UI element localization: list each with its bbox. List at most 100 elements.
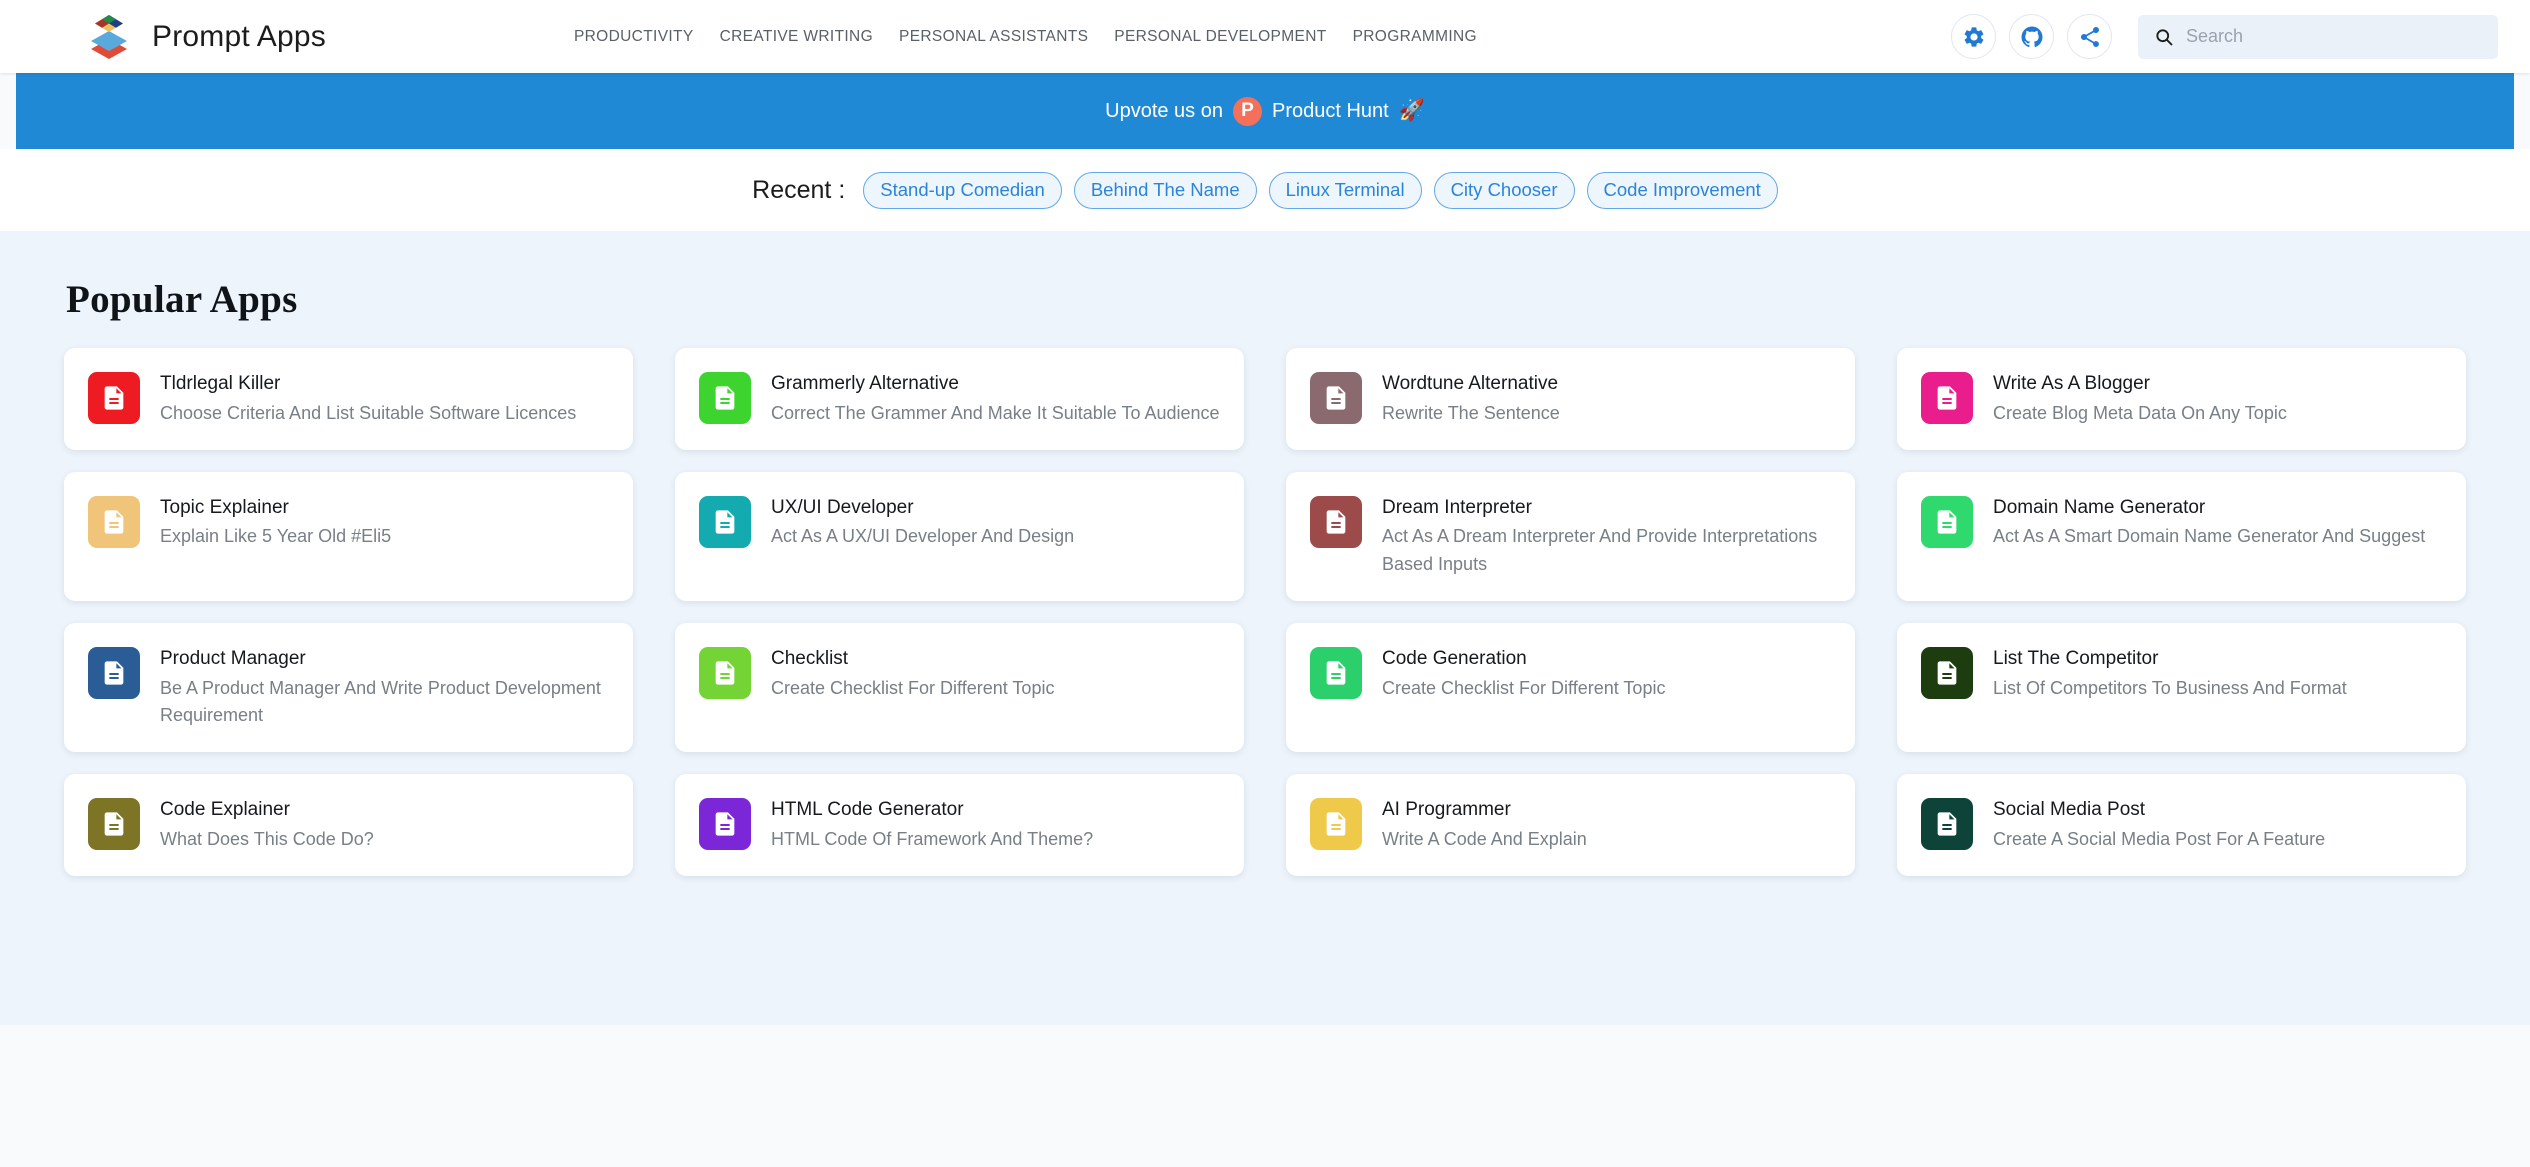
app-card-title: UX/UI Developer (771, 496, 914, 518)
app-card[interactable]: List The Competitor List Of Competitors T… (1897, 622, 2466, 753)
header-actions (1951, 14, 2498, 59)
recent-label: Recent : (752, 175, 846, 204)
share-icon (2080, 26, 2099, 47)
document-icon (1326, 509, 1346, 534)
app-card-body: UX/UI Developer Act As A UX/UI Developer … (771, 494, 1074, 552)
document-icon (104, 509, 124, 534)
app-card-title: Product Manager (160, 647, 306, 669)
app-card-body: Social Media Post Create A Social Media P… (1993, 796, 2325, 854)
app-card[interactable]: Tldrlegal Killer Choose Criteria And List… (64, 348, 633, 450)
document-icon (715, 509, 735, 534)
recent-pill-code-improvement[interactable]: Code Improvement (1586, 171, 1778, 209)
app-card-description: What Does This Code Do? (160, 829, 374, 850)
app-card[interactable]: Checklist Create Checklist For Different … (675, 622, 1244, 753)
document-icon (1326, 386, 1346, 410)
app-card-body: Code Generation Create Checklist For Diff… (1382, 645, 1665, 703)
app-card[interactable]: Topic Explainer Explain Like 5 Year Old #… (64, 471, 633, 601)
share-button[interactable] (2067, 14, 2112, 59)
recent-bar: Recent : Stand-up Comedian Behind The Na… (0, 149, 2530, 231)
app-card[interactable]: Grammerly Alternative Correct The Grammer… (675, 348, 1244, 450)
github-icon (2021, 26, 2043, 47)
brand[interactable]: Prompt Apps (80, 11, 326, 63)
app-card-description: Create A Social Media Post For A Feature (1993, 829, 2326, 850)
nav-link-productivity[interactable]: PRODUCTIVITY (574, 28, 694, 46)
app-card[interactable]: Wordtune Alternative Rewrite The Sentence (1286, 348, 1855, 450)
app-card-description: HTML Code Of Framework And Theme? (771, 829, 1094, 850)
settings-button[interactable] (1951, 14, 1996, 59)
site-header: Prompt Apps PRODUCTIVITY CREATIVE WRITIN… (0, 0, 2530, 73)
app-card-description: Choose Criteria And List Suitable Softwa… (160, 402, 577, 423)
app-card-description: Rewrite The Sentence (1382, 402, 1560, 423)
app-card-body: Tldrlegal Killer Choose Criteria And List… (160, 370, 576, 428)
app-card-description: Explain Like 5 Year Old #Eli5 (160, 526, 392, 547)
app-card-body: Product Manager Be A Product Manager And … (160, 645, 609, 730)
app-card-body: HTML Code Generator HTML Code Of Framewor… (771, 796, 1093, 854)
nav-link-personal-assistants[interactable]: PERSONAL ASSISTANTS (899, 28, 1088, 46)
app-card[interactable]: Domain Name Generator Act As A Smart Doma… (1897, 471, 2466, 601)
nav-link-personal-development[interactable]: PERSONAL DEVELOPMENT (1114, 28, 1326, 46)
app-card[interactable]: Code Generation Create Checklist For Diff… (1286, 622, 1855, 753)
app-card-title: AI Programmer (1382, 799, 1511, 821)
main-nav: PRODUCTIVITY CREATIVE WRITING PERSONAL A… (574, 28, 1477, 46)
app-card-body: Write As A Blogger Create Blog Meta Data … (1993, 370, 2287, 428)
app-card[interactable]: AI Programmer Write A Code And Explain (1286, 774, 1855, 876)
app-card[interactable]: Write As A Blogger Create Blog Meta Data … (1897, 348, 2466, 450)
app-card[interactable]: UX/UI Developer Act As A UX/UI Developer … (675, 471, 1244, 601)
app-card-icon-tile (699, 646, 751, 699)
app-card-description: Be A Product Manager And Write Product D… (160, 677, 601, 726)
app-card-icon-tile (88, 372, 140, 424)
document-icon (1326, 812, 1346, 837)
app-card-body: Wordtune Alternative Rewrite The Sentence (1382, 370, 1560, 428)
github-button[interactable] (2009, 14, 2054, 59)
app-card-icon-tile (88, 798, 140, 851)
search-box[interactable] (2138, 14, 2498, 59)
document-icon (104, 386, 124, 410)
app-card-title: Topic Explainer (160, 496, 289, 518)
nav-link-programming[interactable]: PROGRAMMING (1353, 28, 1477, 46)
app-card-icon-tile (1921, 372, 1973, 424)
nav-link-creative-writing[interactable]: CREATIVE WRITING (720, 28, 873, 46)
app-card-title: Grammerly Alternative (771, 373, 959, 394)
app-card-title: Dream Interpreter (1382, 496, 1532, 518)
app-card-icon-tile (1310, 798, 1362, 851)
app-card-title: Checklist (771, 647, 849, 669)
app-card-body: Grammerly Alternative Correct The Grammer… (771, 370, 1220, 428)
recent-pill-linux-terminal[interactable]: Linux Terminal (1268, 171, 1422, 209)
app-card-icon-tile (1921, 798, 1973, 851)
app-card[interactable]: Social Media Post Create A Social Media P… (1897, 774, 2466, 876)
document-icon (104, 812, 124, 837)
document-icon (1937, 386, 1957, 410)
app-card-body: Dream Interpreter Act As A Dream Interpre… (1382, 494, 1831, 579)
app-card-icon-tile (88, 495, 140, 548)
app-card-body: AI Programmer Write A Code And Explain (1382, 796, 1587, 854)
app-card[interactable]: Dream Interpreter Act As A Dream Interpre… (1286, 471, 1855, 601)
app-card-icon-tile (1921, 646, 1973, 699)
app-card-title: HTML Code Generator (771, 799, 964, 821)
app-card-title: Wordtune Alternative (1382, 373, 1559, 394)
app-card[interactable]: Product Manager Be A Product Manager And … (64, 622, 633, 753)
app-card-description: Correct The Grammer And Make It Suitable… (771, 402, 1220, 423)
recent-pill-behind-the-name[interactable]: Behind The Name (1073, 171, 1257, 209)
app-card[interactable]: HTML Code Generator HTML Code Of Framewor… (675, 774, 1244, 876)
search-input[interactable] (2186, 26, 2482, 47)
stacked-layers-logo-icon (91, 14, 127, 59)
recent-pill-city-chooser[interactable]: City Chooser (1433, 171, 1575, 209)
app-card-body: Checklist Create Checklist For Different … (771, 645, 1054, 703)
app-card-description: Write A Code And Explain (1382, 829, 1587, 850)
app-card-body: Code Explainer What Does This Code Do? (160, 796, 374, 854)
page-title: Popular Apps (66, 278, 298, 321)
app-card-icon-tile (1310, 372, 1362, 424)
document-icon (1937, 812, 1957, 837)
document-icon (1326, 661, 1346, 685)
app-card-description: Act As A Smart Domain Name Generator And… (1993, 526, 2426, 547)
app-card-icon-tile (88, 646, 140, 699)
document-icon (104, 661, 124, 685)
app-card-title: Tldrlegal Killer (160, 373, 281, 394)
recent-pill-stand-up-comedian[interactable]: Stand-up Comedian (863, 171, 1062, 209)
popular-apps-section: Popular Apps Tldrlegal Killer Choose Crit… (0, 231, 2530, 1025)
app-card-icon-tile (699, 495, 751, 548)
app-card-body: Domain Name Generator Act As A Smart Doma… (1993, 494, 2425, 552)
app-card-body: Topic Explainer Explain Like 5 Year Old #… (160, 494, 391, 552)
app-card[interactable]: Code Explainer What Does This Code Do? (64, 774, 633, 876)
product-hunt-banner[interactable]: Upvote us on P Product Hunt 🚀 (16, 73, 2514, 149)
